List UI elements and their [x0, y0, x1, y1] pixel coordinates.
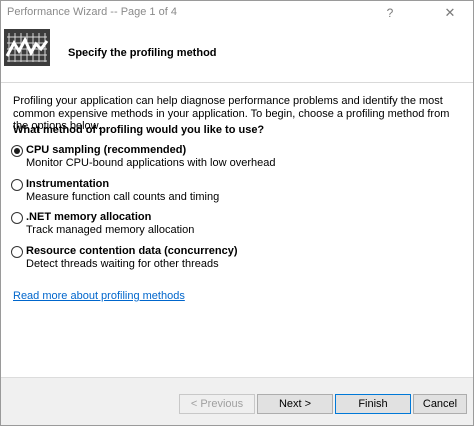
option-label: .NET memory allocation — [26, 211, 152, 223]
title-bar: Performance Wizard -- Page 1 of 4 ? ✕ — [1, 1, 473, 25]
radio-instrumentation[interactable] — [11, 179, 23, 191]
close-button[interactable]: ✕ — [441, 4, 459, 22]
finish-button[interactable]: Finish — [335, 394, 411, 414]
option-label: Instrumentation — [26, 178, 110, 190]
wizard-window: Performance Wizard -- Page 1 of 4 ? ✕ Sp… — [0, 0, 474, 426]
window-title: Performance Wizard -- Page 1 of 4 — [7, 6, 177, 18]
wizard-header: Specify the profiling method — [1, 25, 473, 83]
option-description: Monitor CPU-bound applications with low … — [26, 157, 276, 169]
page-title: Specify the profiling method — [68, 47, 217, 59]
wizard-content: Profiling your application can help diag… — [1, 83, 473, 378]
next-button[interactable]: Next > — [257, 394, 333, 414]
help-button[interactable]: ? — [381, 4, 399, 22]
wizard-footer: < Previous Next > Finish Cancel — [1, 378, 473, 425]
radio-resource-contention[interactable] — [11, 246, 23, 258]
radio-net-memory[interactable] — [11, 212, 23, 224]
question-text: What method of profiling would you like … — [13, 124, 265, 136]
option-label: Resource contention data (concurrency) — [26, 245, 238, 257]
option-description: Detect threads waiting for other threads — [26, 258, 219, 270]
radio-cpu-sampling[interactable] — [11, 145, 23, 157]
performance-chart-icon — [4, 29, 50, 66]
option-label: CPU sampling (recommended) — [26, 144, 187, 156]
cancel-button[interactable]: Cancel — [413, 394, 467, 414]
option-description: Track managed memory allocation — [26, 224, 195, 236]
read-more-link[interactable]: Read more about profiling methods — [13, 290, 185, 302]
previous-button[interactable]: < Previous — [179, 394, 255, 414]
option-description: Measure function call counts and timing — [26, 191, 220, 203]
